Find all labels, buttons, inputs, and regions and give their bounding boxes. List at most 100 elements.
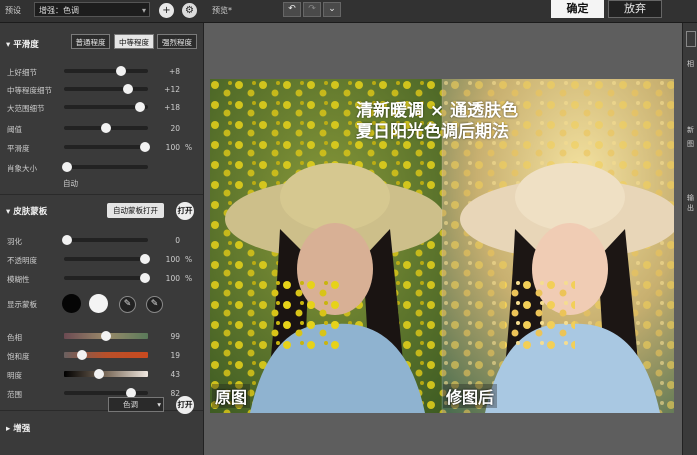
fuzziness-slider[interactable] (64, 273, 150, 283)
slider-knob[interactable] (101, 123, 111, 133)
slider-value: +12 (164, 85, 180, 94)
enhance-section-title: ▸ 增强 (6, 424, 31, 434)
slider-row-portrait-size: 肖象大小 (0, 160, 203, 174)
mode-normal-button[interactable]: 普通程度 (71, 34, 110, 49)
slider-knob[interactable] (122, 84, 133, 94)
smoothness-slider[interactable] (64, 142, 150, 152)
slider-knob[interactable] (139, 254, 150, 264)
enhance-mode-value: 色调 (123, 400, 138, 409)
slider-row-fuzziness: 模糊性 100 % (0, 271, 203, 285)
feather-slider[interactable] (62, 235, 148, 245)
slider-row-opacity: 不透明度 100 % (0, 252, 203, 266)
slider-row-large-detail: 大范围细节 +18 (0, 100, 203, 114)
slider-value: 100 (165, 255, 180, 264)
medium-detail-slider[interactable] (64, 84, 148, 94)
redo-icon: ↷ (308, 4, 316, 14)
fine-detail-slider[interactable] (64, 66, 148, 76)
slider-knob[interactable] (101, 331, 111, 341)
mask-color-black-swatch[interactable] (62, 294, 81, 313)
slider-knob[interactable] (116, 66, 127, 76)
top-toolbar: 预设 增强：色调 ▾ + ⚙ 预览* ↶ ↷ ⌄ 确定 放弃 (0, 0, 697, 23)
portrait-size-slider[interactable] (62, 162, 148, 172)
section-divider (0, 194, 203, 195)
slider-label: 平滑度 (7, 144, 30, 153)
slider-label: 模糊性 (7, 275, 30, 284)
eyedropper-icon[interactable]: ✎ (119, 296, 136, 313)
large-detail-slider[interactable] (64, 102, 148, 112)
slider-knob[interactable] (139, 142, 150, 152)
slider-value: 100 (165, 143, 180, 152)
slider-value: 43 (170, 370, 180, 379)
slider-label: 羽化 (7, 237, 22, 246)
slider-row-saturation: 饱和度 19 (0, 348, 203, 362)
section-divider (0, 410, 203, 411)
slider-knob[interactable] (94, 369, 105, 379)
redo-button[interactable]: ↷ (303, 2, 321, 17)
gear-icon: ⚙ (185, 5, 194, 16)
side-panel-toggle[interactable] (686, 31, 696, 47)
slider-value: +18 (164, 103, 180, 112)
enhance-title-text: 增强 (13, 424, 31, 434)
side-text-2: 新 (687, 126, 694, 134)
hue-slider[interactable] (64, 331, 148, 341)
chevron-down-icon: ⌄ (328, 4, 336, 14)
cancel-button[interactable]: 放弃 (608, 0, 662, 18)
add-preset-button[interactable]: + (159, 3, 174, 18)
slider-label: 中等程度细节 (7, 86, 52, 95)
enhance-toggle-button[interactable]: 打开 (176, 396, 194, 414)
preset-select[interactable]: 增强：色调 ▾ (34, 2, 150, 17)
slider-row-fine-detail: 上好细节 +8 (0, 64, 203, 78)
slider-unit: % (185, 274, 193, 283)
slider-row-smoothness: 平滑度 100 % (0, 140, 203, 154)
slider-knob[interactable] (134, 102, 145, 112)
preset-value: 增强：色调 (39, 6, 79, 15)
slider-knob[interactable] (139, 273, 150, 283)
undo-button[interactable]: ↶ (283, 2, 301, 17)
slider-label: 大范围细节 (7, 104, 45, 113)
side-text-4: 输出 (687, 194, 694, 212)
slider-row-medium-detail: 中等程度细节 +12 (0, 82, 203, 96)
eyedropper-plus-icon[interactable]: ✎ (146, 296, 163, 313)
slider-knob[interactable] (62, 235, 73, 245)
side-text-1: 相 (687, 60, 694, 68)
slider-value: +8 (168, 67, 180, 76)
smoothness-title-text: 平滑度 (13, 40, 39, 50)
slider-row-range: 范围 82 (0, 386, 203, 400)
after-tag: 修图后 (443, 384, 498, 408)
smoothness-section-title: ▾ 平滑度 (6, 40, 39, 50)
slider-label: 上好细节 (7, 68, 37, 77)
display-mask-label: 显示蒙板 (7, 300, 37, 309)
before-tag: 原图 (212, 384, 251, 408)
history-dropdown-button[interactable]: ⌄ (323, 2, 341, 17)
mask-color-white-swatch[interactable] (89, 294, 108, 313)
threshold-slider[interactable] (64, 123, 148, 133)
slider-knob[interactable] (77, 350, 88, 360)
opacity-slider[interactable] (64, 254, 150, 264)
skin-mask-section-title: ▾ 皮肤蒙板 (6, 207, 48, 217)
lightness-slider[interactable] (64, 369, 148, 379)
mode-strong-button[interactable]: 强烈程度 (157, 34, 197, 49)
slider-label: 范围 (7, 390, 22, 399)
slider-row-feather: 羽化 0 (0, 233, 203, 247)
slider-value: 100 (165, 274, 180, 283)
slider-label: 不透明度 (7, 256, 37, 265)
settings-button[interactable]: ⚙ (182, 3, 197, 18)
enhance-mode-select[interactable]: 色调 ▾ (108, 397, 164, 412)
slider-label: 肖象大小 (7, 164, 37, 173)
mode-medium-button[interactable]: 中等程度 (114, 34, 154, 49)
overlay-title-line2: 夏日阳光色调后期法 (356, 122, 509, 142)
skin-mask-toggle-button[interactable]: 打开 (176, 202, 194, 220)
undo-icon: ↶ (288, 4, 296, 14)
right-side-panel: 相 新 图 输出 (682, 23, 697, 455)
range-slider[interactable] (64, 388, 148, 398)
slider-label: 色相 (7, 333, 22, 342)
skin-mask-section-header[interactable]: ▾ 皮肤蒙板 (0, 199, 203, 223)
slider-knob[interactable] (62, 162, 73, 172)
confirm-button[interactable]: 确定 (551, 0, 604, 18)
slider-row-hue: 色相 99 (0, 329, 203, 343)
auto-mask-button[interactable]: 自动蒙板打开 (107, 203, 164, 218)
slider-row-threshold: 阈值 20 (0, 121, 203, 135)
enhance-section-header[interactable]: ▸ 增强 (0, 416, 203, 440)
slider-label: 饱和度 (7, 352, 30, 361)
saturation-slider[interactable] (64, 350, 148, 360)
